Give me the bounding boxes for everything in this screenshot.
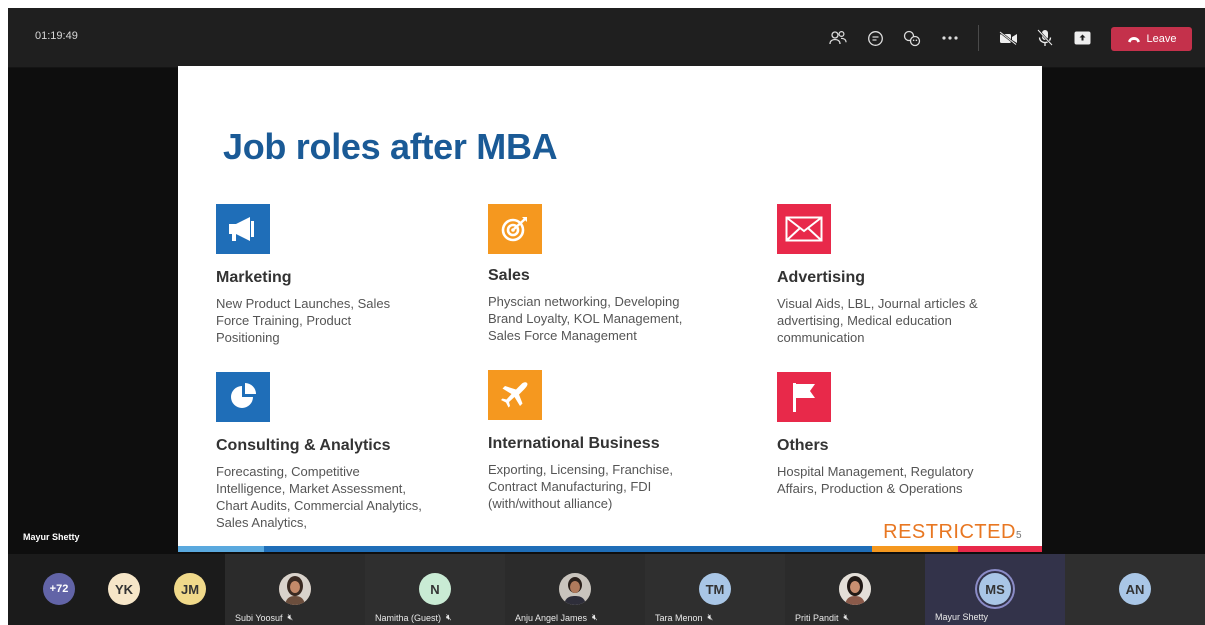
mic-muted-icon: 🔇︎ bbox=[592, 612, 598, 622]
participant-avatar[interactable]: JM bbox=[174, 573, 206, 605]
participant-name: Namitha (Guest) bbox=[375, 612, 442, 623]
participant-initials: TM bbox=[699, 573, 731, 605]
more-participants-button[interactable]: +72 bbox=[43, 573, 75, 605]
participant-tile[interactable]: Priti Pandit 🔇︎ bbox=[785, 554, 925, 625]
avatar-photo bbox=[279, 573, 311, 605]
toolbar-divider bbox=[978, 25, 979, 51]
role-description: Exporting, Licensing, Franchise, Contrac… bbox=[488, 462, 673, 511]
participant-tile[interactable]: Anju Angel James 🔇︎ bbox=[505, 554, 645, 625]
participant-strip: +72 YK JM Subi Yoosuf 🔇︎ N Namitha (Guest… bbox=[8, 554, 1205, 625]
share-icon[interactable] bbox=[1072, 28, 1092, 48]
leave-button[interactable]: Leave bbox=[1111, 27, 1192, 51]
role-description: New Product Launches, Sales Force Traini… bbox=[216, 296, 391, 345]
role-heading: Sales bbox=[488, 267, 530, 284]
participant-initials: MS bbox=[979, 573, 1011, 605]
slide-page-number: 5 bbox=[1015, 530, 1022, 541]
role-description: Physcian networking, Developing Brand Lo… bbox=[488, 294, 683, 343]
participant-name: Tara Menon bbox=[655, 612, 703, 623]
mic-off-icon[interactable] bbox=[1035, 28, 1055, 48]
presenter-name: Mayur Shetty bbox=[23, 532, 80, 542]
target-icon bbox=[488, 204, 542, 254]
participant-tile[interactable]: N Namitha (Guest) 🔇︎ bbox=[365, 554, 505, 625]
restricted-label: RESTRICTED5 bbox=[883, 521, 1022, 544]
role-description: Visual Aids, LBL, Journal articles & adv… bbox=[777, 296, 978, 345]
participant-label: Anju Angel James 🔇︎ bbox=[515, 612, 598, 623]
role-heading: Consulting & Analytics bbox=[216, 437, 391, 454]
hang-up-icon bbox=[1127, 36, 1140, 42]
avatar-photo bbox=[559, 573, 591, 605]
airplane-icon bbox=[488, 370, 542, 420]
role-heading: Marketing bbox=[216, 269, 292, 286]
participant-avatar[interactable]: YK bbox=[108, 573, 140, 605]
chat-icon[interactable] bbox=[865, 28, 885, 48]
elapsed-timer: 01:19:49 bbox=[35, 30, 78, 42]
role-heading: International Business bbox=[488, 435, 660, 452]
flag-icon bbox=[777, 372, 831, 422]
role-description: Forecasting, Competitive Intelligence, M… bbox=[216, 464, 422, 530]
participant-label: Namitha (Guest) 🔇︎ bbox=[375, 612, 452, 623]
leave-label: Leave bbox=[1146, 33, 1177, 45]
participant-label: Subi Yoosuf 🔇︎ bbox=[235, 612, 293, 623]
participant-tile[interactable]: AN bbox=[1065, 554, 1205, 625]
participant-initials: N bbox=[419, 573, 451, 605]
envelope-icon bbox=[777, 204, 831, 254]
mic-muted-icon: 🔇︎ bbox=[843, 612, 850, 622]
more-icon[interactable] bbox=[940, 28, 960, 48]
participant-label: Mayur Shetty bbox=[935, 612, 988, 622]
role-heading: Advertising bbox=[777, 269, 866, 286]
slide-color-bar bbox=[178, 546, 1042, 552]
pie-chart-icon bbox=[216, 372, 270, 422]
role-description: Hospital Management, Regulatory Affairs,… bbox=[777, 464, 974, 496]
participant-name: Anju Angel James bbox=[515, 612, 588, 623]
participants-icon[interactable] bbox=[828, 28, 848, 48]
slide-title: Job roles after MBA bbox=[223, 126, 558, 167]
participant-tile[interactable]: Subi Yoosuf 🔇︎ bbox=[225, 554, 365, 625]
avatar-photo bbox=[839, 573, 871, 605]
participant-tile-active[interactable]: MS Mayur Shetty bbox=[925, 554, 1065, 625]
mic-muted-icon: 🔇︎ bbox=[287, 612, 294, 622]
participant-label: Priti Pandit 🔇︎ bbox=[795, 612, 849, 623]
meeting-window: 01:19:49 Leave Job roles after MBA Marke… bbox=[8, 8, 1205, 625]
participant-initials: AN bbox=[1119, 573, 1151, 605]
megaphone-icon bbox=[216, 204, 270, 254]
shared-slide: Job roles after MBA Marketing New Produc… bbox=[178, 66, 1042, 574]
participant-name: Subi Yoosuf bbox=[235, 612, 283, 623]
camera-off-icon[interactable] bbox=[998, 28, 1018, 48]
mic-muted-icon: 🔇︎ bbox=[707, 612, 714, 622]
reactions-icon[interactable] bbox=[902, 28, 922, 48]
mic-muted-icon: 🔇︎ bbox=[446, 612, 452, 622]
participant-tile[interactable]: TM Tara Menon 🔇︎ bbox=[645, 554, 785, 625]
meeting-toolbar: 01:19:49 Leave bbox=[8, 8, 1205, 68]
role-heading: Others bbox=[777, 437, 829, 454]
participant-name: Priti Pandit bbox=[795, 612, 839, 623]
participant-label: Tara Menon 🔇︎ bbox=[655, 612, 713, 623]
participant-name: Mayur Shetty bbox=[935, 612, 989, 622]
restricted-text: RESTRICTED bbox=[883, 521, 1016, 543]
